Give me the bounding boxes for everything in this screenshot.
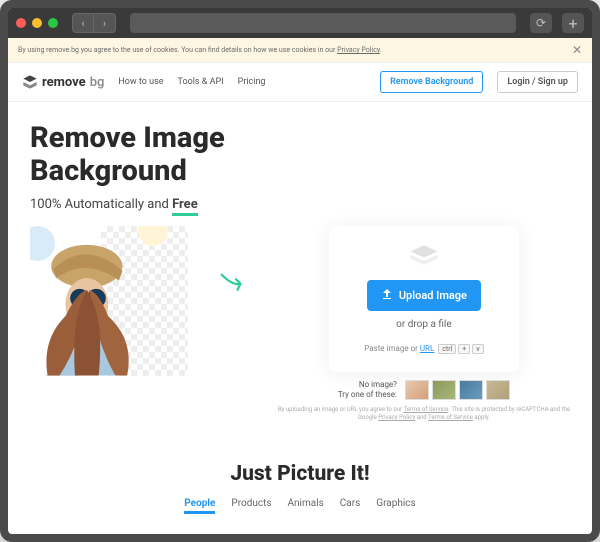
- sample-images-row: No image? Try one of these:: [338, 380, 510, 400]
- back-button[interactable]: ‹: [72, 13, 94, 33]
- logo[interactable]: remove bg: [22, 74, 104, 90]
- upload-icon: [381, 288, 393, 303]
- sample-person-icon: [30, 233, 148, 376]
- privacy-policy-link[interactable]: Privacy Policy: [378, 414, 415, 421]
- picture-it-section: Just Picture It! People Products Animals…: [8, 432, 592, 524]
- nav-pricing[interactable]: Pricing: [238, 77, 266, 87]
- nav-tools-api[interactable]: Tools & API: [178, 77, 224, 87]
- sample-thumb[interactable]: [459, 380, 483, 400]
- remove-background-button[interactable]: Remove Background: [380, 71, 483, 93]
- sample-thumb[interactable]: [486, 380, 510, 400]
- login-signup-button[interactable]: Login / Sign up: [497, 71, 578, 93]
- logo-icon: [22, 74, 38, 90]
- cookie-banner: By using remove.bg you agree to the use …: [8, 38, 592, 63]
- paste-url-link[interactable]: URL: [420, 344, 434, 353]
- sample-prompt: No image? Try one of these:: [338, 380, 397, 399]
- nav-arrows: ‹ ›: [72, 13, 116, 33]
- cookie-prefix: By using remove.bg you agree to the use …: [18, 46, 337, 54]
- hero-section: Remove ImageBackground 100% Automaticall…: [8, 102, 592, 432]
- section-title: Just Picture It!: [8, 462, 592, 486]
- arrow-icon: [218, 266, 248, 310]
- main-header: removebg How to use Tools & API Pricing …: [8, 63, 592, 102]
- logo-suffix: bg: [90, 75, 105, 90]
- reload-button[interactable]: ⟳: [530, 13, 552, 33]
- maximize-window-icon[interactable]: [48, 18, 58, 28]
- cookie-text: By using remove.bg you agree to the use …: [18, 46, 382, 54]
- kbd-ctrl: ctrl: [438, 344, 456, 354]
- demo-image: [30, 226, 188, 376]
- tab-animals[interactable]: Animals: [288, 498, 324, 514]
- tab-people[interactable]: People: [184, 498, 215, 514]
- tab-cars[interactable]: Cars: [340, 498, 361, 514]
- browser-titlebar: ‹ › ⟳ +: [8, 8, 592, 38]
- kbd-v: v: [472, 344, 483, 354]
- legal-text: By uploading an image or URL you agree t…: [278, 406, 570, 423]
- paste-hint: Paste image or URL ctrl + v: [347, 344, 501, 354]
- tab-graphics[interactable]: Graphics: [376, 498, 415, 514]
- category-tabs: People Products Animals Cars Graphics: [8, 498, 592, 514]
- browser-window: ‹ › ⟳ + By using remove.bg you agree to …: [0, 0, 600, 542]
- new-tab-button[interactable]: +: [562, 13, 584, 33]
- upload-card: Upload Image or drop a file Paste image …: [329, 226, 519, 372]
- close-window-icon[interactable]: [16, 18, 26, 28]
- forward-button[interactable]: ›: [94, 13, 116, 33]
- tos-link[interactable]: Terms of Service: [403, 406, 448, 413]
- sample-thumb[interactable]: [405, 380, 429, 400]
- image-placeholder-icon: [409, 244, 439, 266]
- logo-text: remove: [42, 75, 86, 90]
- url-bar[interactable]: [130, 13, 516, 33]
- minimize-window-icon[interactable]: [32, 18, 42, 28]
- drop-file-text: or drop a file: [347, 319, 501, 330]
- nav-how-to-use[interactable]: How to use: [118, 77, 163, 87]
- google-tos-link[interactable]: Terms of Service: [428, 414, 473, 421]
- kbd-plus: +: [458, 344, 470, 354]
- upload-image-button[interactable]: Upload Image: [367, 280, 481, 311]
- cookie-privacy-link[interactable]: Privacy Policy: [337, 46, 380, 54]
- tab-products[interactable]: Products: [231, 498, 271, 514]
- hero-title: Remove ImageBackground: [30, 122, 570, 189]
- sample-thumb[interactable]: [432, 380, 456, 400]
- page-content: Remove ImageBackground 100% Automaticall…: [8, 102, 592, 534]
- cookie-suffix: .: [380, 46, 382, 54]
- close-icon[interactable]: ✕: [572, 43, 582, 57]
- hero-subtitle: 100% Automatically and Free: [30, 197, 570, 212]
